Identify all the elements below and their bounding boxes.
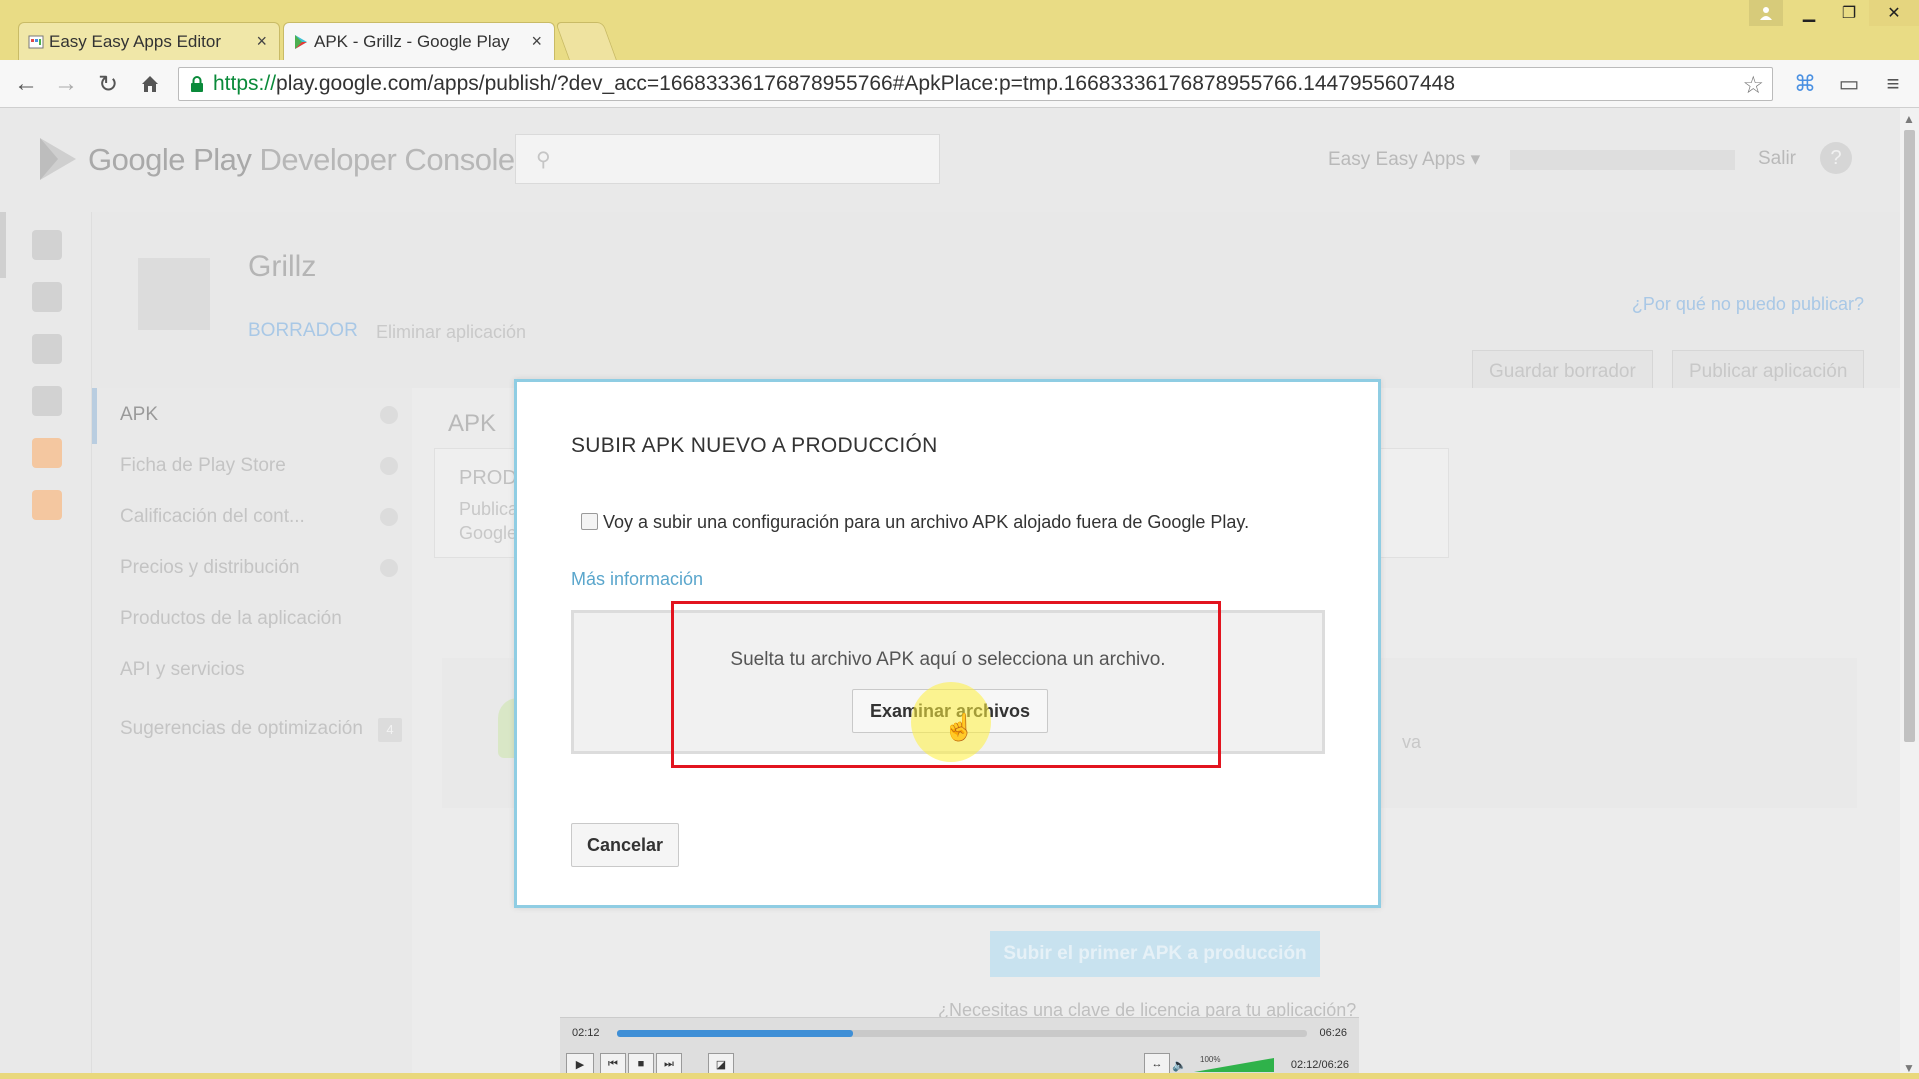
announcement-icon[interactable] <box>32 490 62 520</box>
scroll-thumb[interactable] <box>1904 130 1915 742</box>
speaker-icon[interactable]: 🔈 <box>1172 1058 1187 1072</box>
url-text: play.google.com/apps/publish/?dev_acc=16… <box>276 72 1455 95</box>
production-tab-label[interactable]: PROD <box>459 467 517 490</box>
external-apk-checkbox-label[interactable]: Voy a subir una configuración para un ar… <box>603 512 1249 533</box>
console-header: Google Play Developer Console ⚲ Easy Eas… <box>0 108 1900 212</box>
window-controls: ▁ ❐ ✕ <box>1749 0 1919 26</box>
menu-selection-indicator <box>92 388 97 444</box>
app-header: Grillz BORRADOR Eliminar aplicación ¿Por… <box>92 212 1900 394</box>
status-check-icon <box>380 457 398 475</box>
google-play-logo-icon <box>40 138 76 180</box>
tab-easy-easy-apps-editor[interactable]: Easy Easy Apps Editor × <box>18 22 280 60</box>
close-window-icon[interactable]: ✕ <box>1869 0 1919 26</box>
upload-apk-dialog: SUBIR APK NUEVO A PRODUCCIÓN Voy a subir… <box>514 379 1381 908</box>
production-subtext: Publica <box>459 499 519 519</box>
user-icon[interactable] <box>1749 0 1783 26</box>
alert-icon[interactable] <box>32 438 62 468</box>
url-scheme: https:// <box>213 72 277 95</box>
status-check-icon <box>380 559 398 577</box>
why-cant-publish-link[interactable]: ¿Por qué no puedo publicar? <box>1632 294 1864 315</box>
rail-selection-indicator <box>0 212 6 278</box>
previous-icon[interactable]: ⏮ <box>600 1053 626 1075</box>
delete-app-link[interactable]: Eliminar aplicación <box>376 322 526 343</box>
bookmark-star-icon[interactable]: ☆ <box>1742 71 1764 100</box>
forward-arrow-icon[interactable]: → <box>52 70 80 98</box>
optimization-count-badge: 4 <box>378 718 402 742</box>
next-icon[interactable]: ⏭ <box>656 1053 682 1075</box>
snapshot-icon[interactable]: ◪ <box>708 1053 734 1075</box>
status-badge: BORRADOR <box>248 320 358 341</box>
stop-icon[interactable]: ■ <box>628 1053 654 1075</box>
menu-item-api-services[interactable]: API y servicios <box>120 659 245 681</box>
minimize-icon[interactable]: ▁ <box>1789 0 1829 26</box>
close-tab-icon[interactable]: × <box>256 31 267 52</box>
menu-item-content-rating[interactable]: Calificación del cont... <box>120 506 305 528</box>
total-time: 06:26 <box>1319 1027 1347 1039</box>
database-icon[interactable] <box>32 334 62 364</box>
cancel-button[interactable]: Cancelar <box>571 823 679 867</box>
tab-label: APK - Grillz - Google Play <box>314 31 510 51</box>
play-icon[interactable]: ▶ <box>566 1053 594 1075</box>
lock-icon <box>191 76 203 92</box>
extension-icon[interactable]: ⌘ <box>1790 70 1820 98</box>
menu-item-pricing[interactable]: Precios y distribución <box>120 557 300 579</box>
app-section-menu: APK Ficha de Play Store Calificación del… <box>92 388 412 1079</box>
volume-percent: 100% <box>1200 1055 1221 1064</box>
menu-item-in-app-products[interactable]: Productos de la aplicación <box>120 608 342 630</box>
menu-item-apk[interactable]: APK <box>120 404 158 426</box>
console-title: Google Play Developer Console <box>88 142 515 177</box>
account-selector[interactable]: Easy Easy Apps ▾ <box>1328 148 1480 171</box>
page-scrollbar[interactable]: ▲ ▼ <box>1900 108 1919 1079</box>
editor-favicon-icon <box>28 35 44 49</box>
app-name: Grillz <box>248 250 317 283</box>
maximize-icon[interactable]: ❐ <box>1829 0 1869 26</box>
reload-icon[interactable]: ↻ <box>94 70 122 98</box>
exit-link[interactable]: Salir <box>1758 148 1796 170</box>
seek-bar[interactable] <box>617 1030 1307 1037</box>
console-search-input[interactable]: ⚲ <box>515 134 940 184</box>
menu-item-optimization-tips[interactable]: Sugerencias de optimización <box>120 718 363 740</box>
search-icon: ⚲ <box>536 149 551 171</box>
browser-toolbar: ← → ↻ https://play.google.com/apps/publi… <box>0 60 1919 108</box>
menu-item-store-listing[interactable]: Ficha de Play Store <box>120 455 286 477</box>
settings-gear-icon[interactable] <box>32 386 62 416</box>
production-subtext: Google <box>459 523 518 543</box>
status-check-icon <box>380 508 398 526</box>
tab-apk-grillz[interactable]: APK - Grillz - Google Play × <box>283 22 555 60</box>
app-android-icon <box>138 258 210 330</box>
help-icon[interactable]: ? <box>1820 142 1852 174</box>
back-arrow-icon[interactable]: ← <box>12 70 40 98</box>
more-info-link[interactable]: Más información <box>571 569 703 590</box>
status-check-icon <box>380 406 398 424</box>
chrome-menu-icon[interactable]: ≡ <box>1878 70 1908 98</box>
cast-screen-icon[interactable]: ▭ <box>1834 70 1864 98</box>
close-tab-icon[interactable]: × <box>531 31 542 52</box>
game-controller-icon[interactable] <box>32 282 62 312</box>
address-bar[interactable]: https://play.google.com/apps/publish/?de… <box>178 67 1773 101</box>
external-apk-checkbox[interactable] <box>581 513 598 530</box>
new-tab-button[interactable] <box>555 22 617 60</box>
window-bottom-border <box>0 1073 1919 1079</box>
tab-label: Easy Easy Apps Editor <box>49 31 221 51</box>
dialog-title: SUBIR APK NUEVO A PRODUCCIÓN <box>571 434 938 457</box>
account-email <box>1510 150 1735 170</box>
seek-progress <box>617 1030 853 1037</box>
section-title: APK <box>448 410 497 437</box>
google-play-favicon-icon <box>295 35 307 49</box>
home-icon[interactable] <box>136 70 164 98</box>
empty-state-text: va <box>1402 732 1422 752</box>
elapsed-time: 02:12 <box>572 1027 600 1039</box>
video-player-bar: 02:12 06:26 ▶ ⏮ ■ ⏭ ◪ ↔ 🔈 100% 02:12/06:… <box>560 1017 1359 1079</box>
browser-titlebar: Easy Easy Apps Editor × APK - Grillz - G… <box>0 0 1919 60</box>
android-apps-icon[interactable] <box>32 230 62 260</box>
aspect-ratio-icon[interactable]: ↔ <box>1144 1053 1170 1075</box>
annotation-highlight-box <box>671 601 1221 768</box>
left-rail <box>0 212 92 1079</box>
time-readout: 02:12/06:26 <box>1290 1059 1349 1071</box>
upload-first-apk-button[interactable]: Subir el primer APK a producción <box>990 931 1320 977</box>
scroll-up-arrow-icon[interactable]: ▲ <box>1903 112 1915 126</box>
